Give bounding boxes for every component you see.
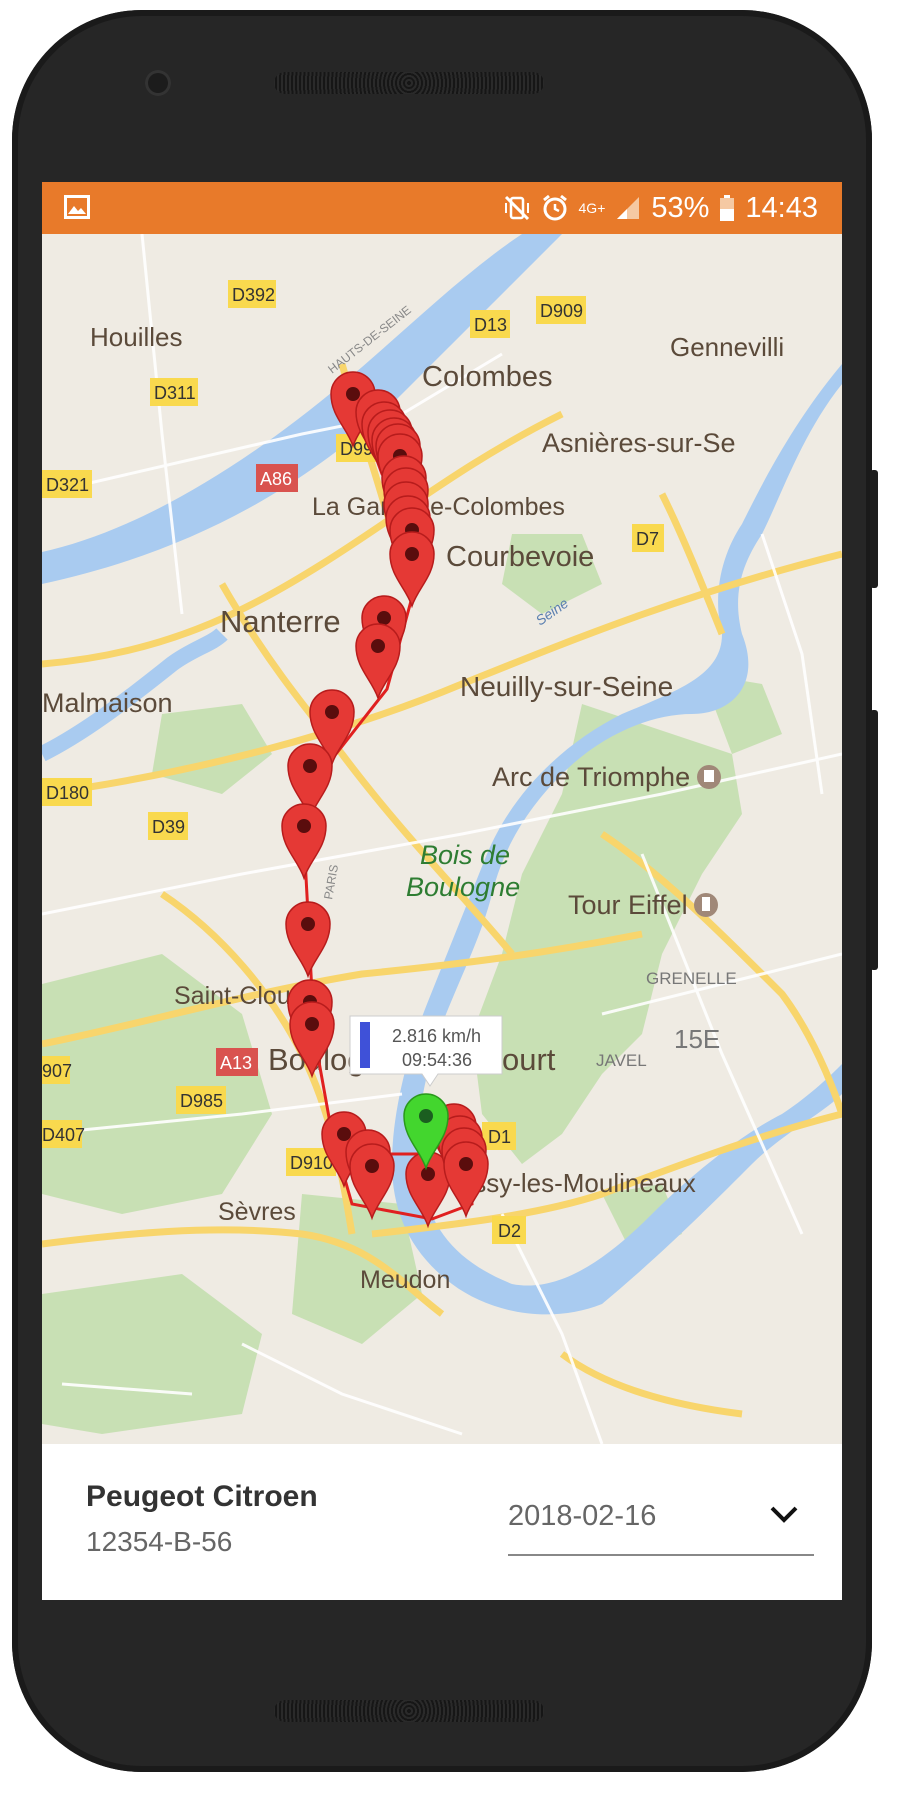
marker-center-dot: [297, 819, 311, 833]
road-label: D985: [180, 1091, 223, 1111]
place-label: Neuilly-sur-Seine: [460, 671, 673, 702]
marker-center-dot: [346, 387, 360, 401]
place-label: Bois de: [420, 840, 510, 870]
place-label: GRENELLE: [646, 969, 737, 988]
place-label: ourt: [502, 1042, 556, 1077]
road-label: A86: [260, 469, 292, 489]
road-label: D7: [636, 529, 659, 549]
vehicle-panel: Peugeot Citroen 12354-B-56 2018-02-16: [42, 1444, 842, 1600]
road-label: D1: [488, 1127, 511, 1147]
marker-center-dot: [371, 639, 385, 653]
earpiece-speaker: [274, 72, 544, 94]
road-label: D392: [232, 285, 275, 305]
road-label: A13: [220, 1053, 252, 1073]
road-label: D13: [474, 315, 507, 335]
marker-center-dot: [459, 1157, 473, 1171]
marker-center-dot: [301, 917, 315, 931]
status-bar: 4G+ 53% 14:43: [42, 182, 842, 234]
battery-icon: [720, 195, 735, 221]
info-accent-bar: [360, 1022, 370, 1068]
marker-center-dot: [405, 547, 419, 561]
road-label: D2: [498, 1221, 521, 1241]
signal-icon: [617, 197, 640, 219]
place-label: Tour Eiffel: [568, 890, 688, 920]
info-time: 09:54:36: [402, 1050, 472, 1070]
chevron-down-icon[interactable]: [768, 1498, 800, 1530]
place-label: Asnières-sur-Se: [542, 428, 736, 458]
place-label: Meudon: [360, 1266, 450, 1294]
route-map[interactable]: Houilles Colombes Gennevilli Asnières-su…: [42, 234, 842, 1444]
place-label: Saint-Cloud: [174, 982, 305, 1010]
place-label: Issy-les-Moulineaux: [466, 1168, 696, 1198]
image-notification-icon: [64, 195, 90, 219]
bottom-speaker: [274, 1700, 544, 1722]
power-button: [870, 710, 878, 970]
place-label: Sèvres: [218, 1198, 296, 1226]
marker-center-dot: [337, 1127, 351, 1141]
marker-center-dot: [421, 1167, 435, 1181]
place-label: Houilles: [90, 322, 183, 352]
place-label: La Garenne-Colombes: [312, 493, 565, 521]
road-label: D180: [46, 783, 89, 803]
road-label: D311: [154, 383, 196, 403]
place-label: Colombes: [422, 361, 553, 393]
front-camera: [145, 70, 171, 96]
place-label: Nanterre: [220, 604, 341, 639]
place-label: Malmaison: [42, 688, 173, 718]
marker-center-dot: [305, 1017, 319, 1031]
road-label: D321: [46, 475, 89, 495]
road-label: D39: [152, 817, 185, 837]
battery-percent: 53%: [651, 191, 710, 224]
date-value: 2018-02-16: [508, 1500, 657, 1532]
place-label: Boulogne: [406, 872, 520, 902]
screen: 4G+ 53% 14:43 Houilles Colombes Gennevil…: [42, 182, 842, 1600]
mute-vibrate-icon: [504, 195, 529, 221]
road-label: D909: [540, 301, 583, 321]
place-label: 15E: [674, 1024, 720, 1054]
network-type: 4G+: [578, 200, 606, 216]
alarm-icon: [542, 194, 567, 221]
place-label: Gennevilli: [670, 332, 784, 362]
date-select[interactable]: 2018-02-16: [508, 1474, 814, 1556]
marker-center-dot: [377, 611, 391, 625]
place-label: Courbevoie: [446, 541, 594, 573]
road-label: 907: [42, 1061, 72, 1081]
place-label: Arc de Triomphe: [492, 762, 690, 792]
road-label: D910: [290, 1153, 333, 1173]
volume-button: [870, 470, 878, 588]
marker-center-dot: [303, 759, 317, 773]
clock-time: 14:43: [745, 191, 818, 224]
place-label: JAVEL: [596, 1051, 647, 1070]
marker-center-dot: [365, 1159, 379, 1173]
vehicle-name: Peugeot Citroen: [86, 1480, 318, 1513]
info-speed: 2.816 km/h: [392, 1026, 481, 1046]
vehicle-plate: 12354-B-56: [86, 1526, 233, 1557]
marker-center-dot: [419, 1109, 433, 1123]
road-label: D407: [42, 1125, 85, 1145]
marker-center-dot: [325, 705, 339, 719]
map-canvas[interactable]: Houilles Colombes Gennevilli Asnières-su…: [42, 234, 842, 1444]
